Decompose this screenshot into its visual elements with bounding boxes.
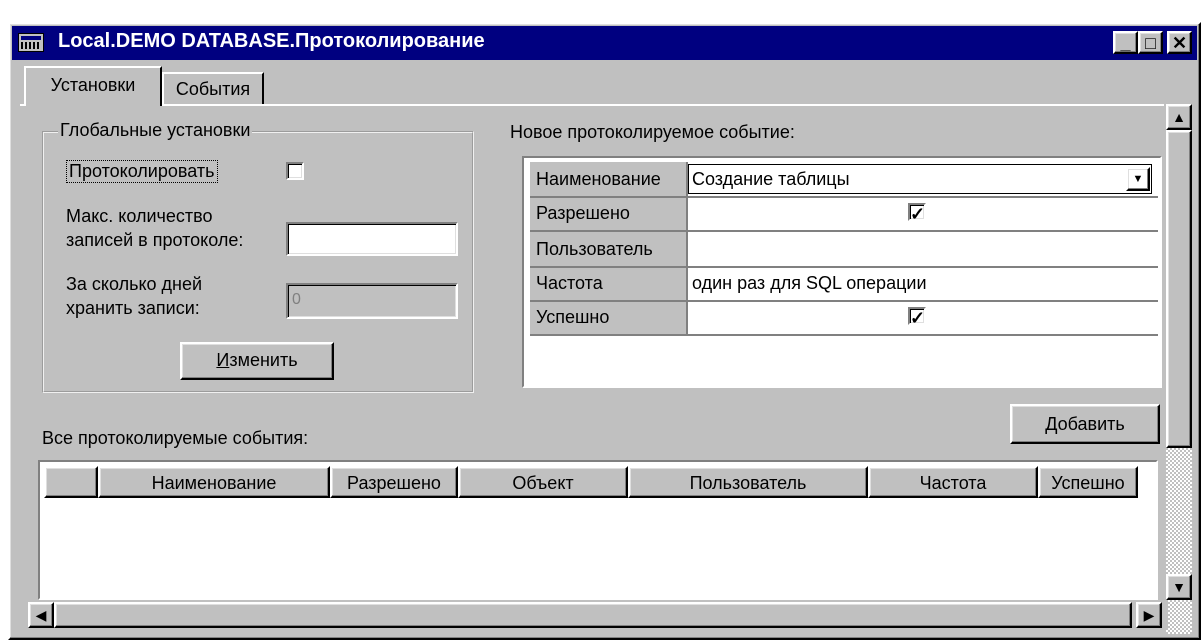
days-label-line2: хранить записи: [66,298,200,318]
row-frequency-value[interactable]: один раз для SQL операции [688,268,1158,302]
horizontal-scroll-thumb[interactable] [54,602,1132,628]
scroll-up-button[interactable]: ▲ [1166,104,1192,130]
add-button-mnemonic: Д [1045,414,1058,434]
check-icon: ✓ [910,308,926,328]
close-icon: ✕ [1171,33,1188,53]
event-name-select[interactable]: Создание таблицы [688,164,1152,194]
global-settings-title: Глобальные установки [58,120,253,141]
row-success-value[interactable]: ✓ [688,302,1158,336]
arrow-left-icon: ◀ [35,607,47,623]
vertical-scroll-thumb[interactable] [1166,130,1192,448]
change-button-mnemonic: И [216,350,230,370]
title-bar[interactable]: Local.DEMO DATABASE.Протоколирование _ □… [12,26,1197,60]
column-header-success[interactable]: Успешно [1038,466,1138,498]
row-name-value[interactable]: Создание таблицы ▼ [688,162,1158,198]
maximize-button[interactable]: □ [1138,31,1163,54]
days-label-line1: За сколько дней [66,274,203,294]
vertical-scrollbar[interactable]: ▲ ▼ [1164,104,1194,636]
close-button[interactable]: ✕ [1167,31,1192,54]
active-tab-joiner [26,104,160,106]
maximize-icon: □ [1145,33,1156,53]
max-records-label-line2: записей в протоколе: [66,230,244,250]
minimize-button[interactable]: _ [1113,31,1138,54]
tab-events[interactable]: События [162,72,264,104]
dropdown-button[interactable]: ▼ [1126,167,1150,191]
new-event-grid: Наименование Создание таблицы ▼ Разрешен… [522,156,1162,388]
row-name-label: Наименование [530,162,688,198]
change-button[interactable]: Изменить [180,342,334,380]
row-frequency-label: Частота [530,268,688,302]
arrow-down-icon: ▼ [1172,579,1186,595]
scrollbar-corner [1166,600,1192,634]
row-enabled-value[interactable]: ✓ [688,198,1158,232]
row-user-label: Пользователь [530,232,688,268]
tab-events-label: События [175,79,251,99]
horizontal-scrollbar[interactable]: ◀ ▶ [26,600,1168,630]
max-records-label-line1: Макс. количество [66,206,213,226]
change-button-label: зменить [229,350,298,370]
enabled-checkbox[interactable]: ✓ [908,203,926,224]
column-header-enabled[interactable]: Разрешено [330,466,458,498]
app-icon[interactable] [18,33,44,52]
add-button[interactable]: Добавить [1010,404,1160,444]
minimize-icon: _ [1120,33,1131,53]
scroll-down-button[interactable]: ▼ [1166,574,1192,600]
chevron-down-icon: ▼ [1132,173,1144,185]
days-input[interactable]: 0 [286,283,458,319]
check-icon: ✓ [910,204,926,224]
column-header-user[interactable]: Пользователь [628,466,868,498]
row-user-value[interactable] [688,232,1158,268]
column-header-frequency[interactable]: Частота [868,466,1038,498]
row-success-label: Успешно [530,302,688,336]
column-header-name[interactable]: Наименование [98,466,330,498]
window-title: Local.DEMO DATABASE.Протоколирование [58,30,485,52]
new-event-title: Новое протоколируемое событие: [510,122,795,142]
scroll-right-button[interactable]: ▶ [1136,602,1162,628]
column-header-indicator[interactable] [44,466,98,498]
arrow-up-icon: ▲ [1172,109,1186,125]
tab-panel-top-edge [20,104,1168,106]
add-button-label: обавить [1057,414,1125,434]
log-checkbox[interactable] [286,162,304,180]
max-records-input[interactable] [286,222,458,256]
row-enabled-label: Разрешено [530,198,688,232]
tab-settings[interactable]: Установки [24,66,162,106]
vertical-scroll-track[interactable] [1166,448,1192,574]
all-events-title: Все протоколируемые события: [42,428,309,448]
success-checkbox[interactable]: ✓ [908,307,926,328]
arrow-right-icon: ▶ [1143,607,1155,623]
log-label[interactable]: Протоколировать [66,160,218,183]
all-events-grid[interactable]: Наименование Разрешено Объект Пользовате… [38,460,1158,600]
column-header-object[interactable]: Объект [458,466,628,498]
scroll-left-button[interactable]: ◀ [28,602,54,628]
tab-settings-label: Установки [50,75,136,95]
